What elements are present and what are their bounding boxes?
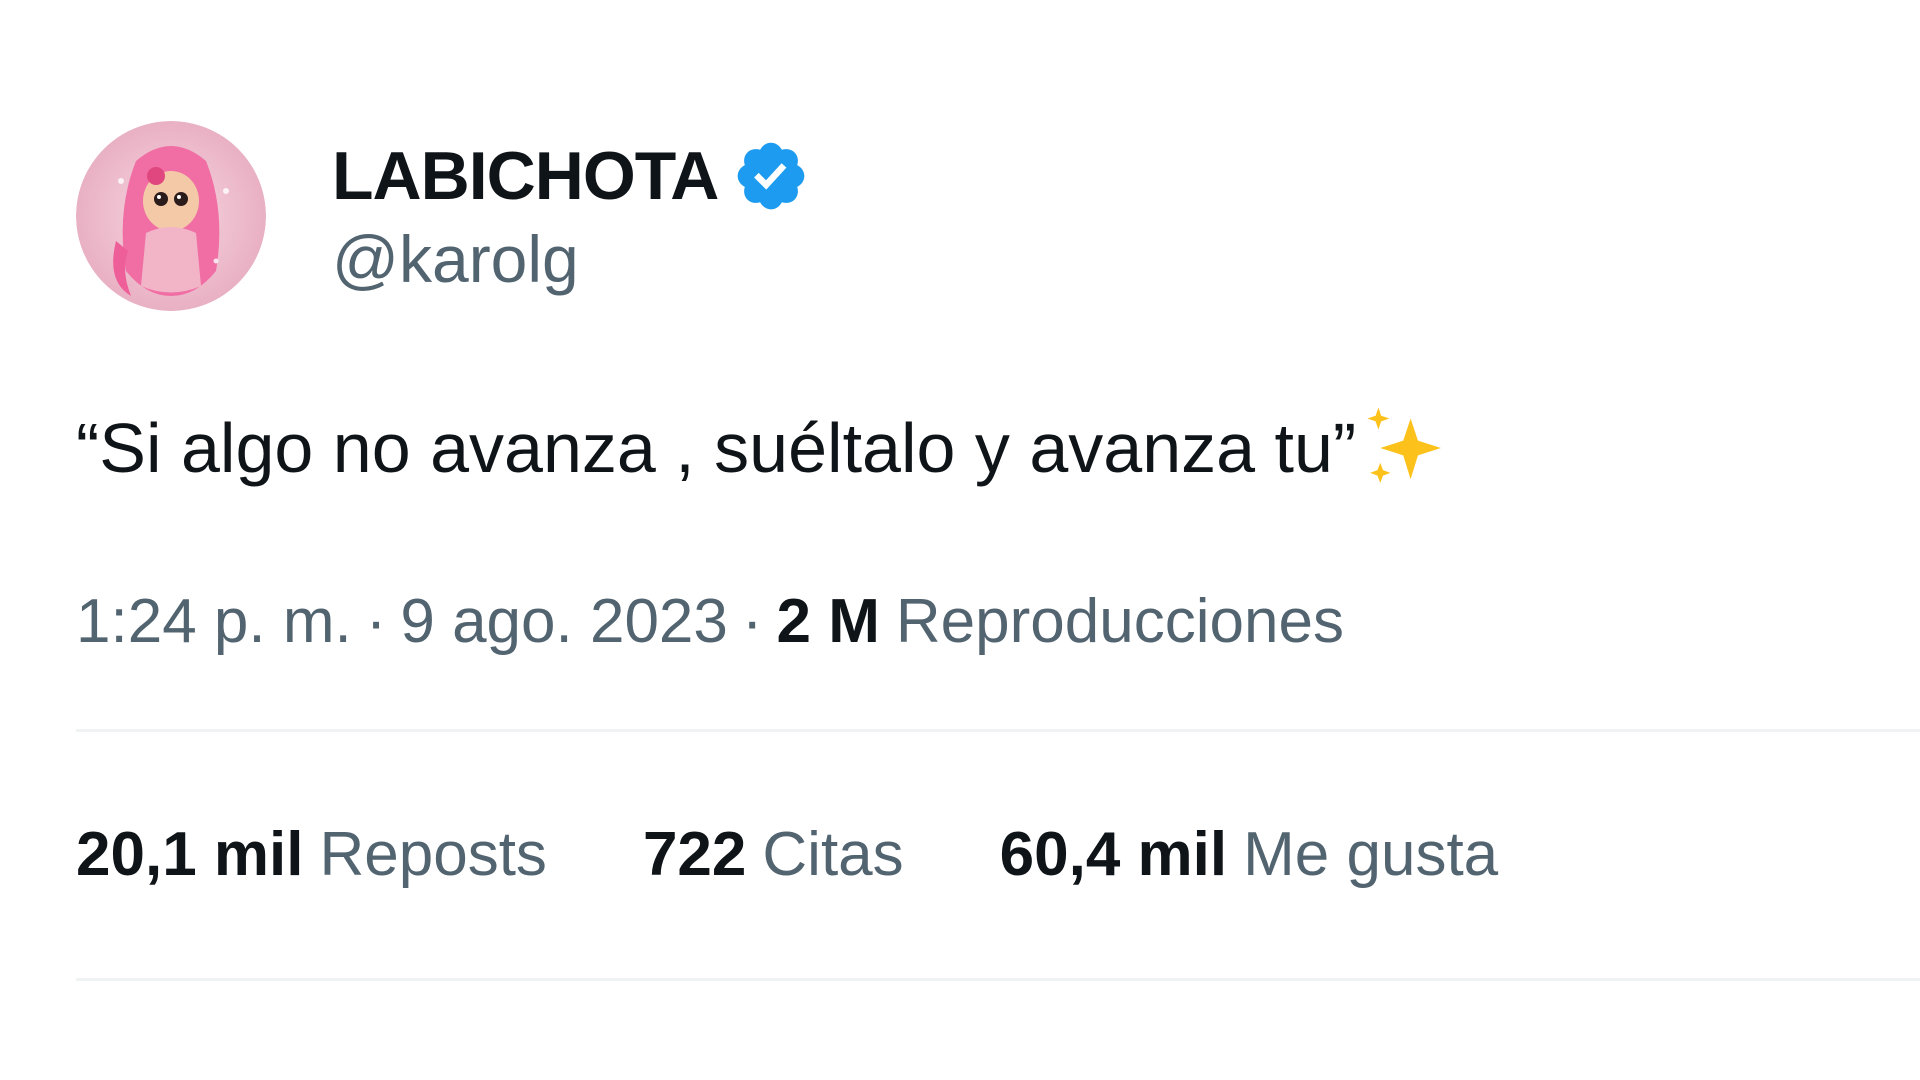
divider-bottom	[76, 978, 1920, 981]
tweet-card: LABICHOTA @karolg “Si algo no avanza , s…	[76, 120, 1920, 981]
quotes-stat[interactable]: 722 Citas	[643, 732, 904, 978]
avatar-image	[76, 121, 266, 311]
sparkles-icon	[1367, 407, 1442, 483]
likes-count: 60,4 mil	[999, 820, 1228, 889]
meta-separator: ·	[365, 587, 387, 656]
avatar[interactable]	[76, 121, 266, 311]
tweet-text-row: “Si algo no avanza , suéltalo y avanza t…	[76, 402, 1920, 494]
author-names: LABICHOTA @karolg	[332, 135, 810, 297]
quotes-label: Citas	[762, 820, 904, 889]
display-name-row: LABICHOTA	[332, 135, 810, 217]
reposts-stat[interactable]: 20,1 mil Reposts	[76, 732, 547, 978]
likes-stat[interactable]: 60,4 mil Me gusta	[1000, 732, 1499, 978]
tweet-date[interactable]: 9 ago. 2023	[400, 586, 728, 657]
views-label: Reproducciones	[895, 587, 1344, 656]
meta-separator: ·	[741, 587, 763, 656]
reposts-label: Reposts	[319, 820, 547, 889]
display-name[interactable]: LABICHOTA	[332, 137, 719, 215]
verified-badge-icon[interactable]	[732, 137, 810, 215]
quotes-count: 722	[642, 820, 747, 889]
tweet-meta: 1:24 p. m. · 9 ago. 2023 · 2 M Reproducc…	[76, 586, 1920, 657]
author-handle[interactable]: @karolg	[332, 221, 810, 297]
tweet-time[interactable]: 1:24 p. m.	[76, 586, 352, 657]
engagement-stats: 20,1 mil Reposts 722 Citas 60,4 mil Me gust…	[76, 732, 1920, 978]
reposts-count: 20,1 mil	[76, 820, 304, 889]
views-count: 2 M	[776, 587, 880, 656]
tweet-text: “Si algo no avanza , suéltalo y avanza t…	[76, 409, 1357, 487]
likes-label: Me gusta	[1243, 820, 1499, 889]
tweet-header: LABICHOTA @karolg	[76, 120, 1920, 312]
